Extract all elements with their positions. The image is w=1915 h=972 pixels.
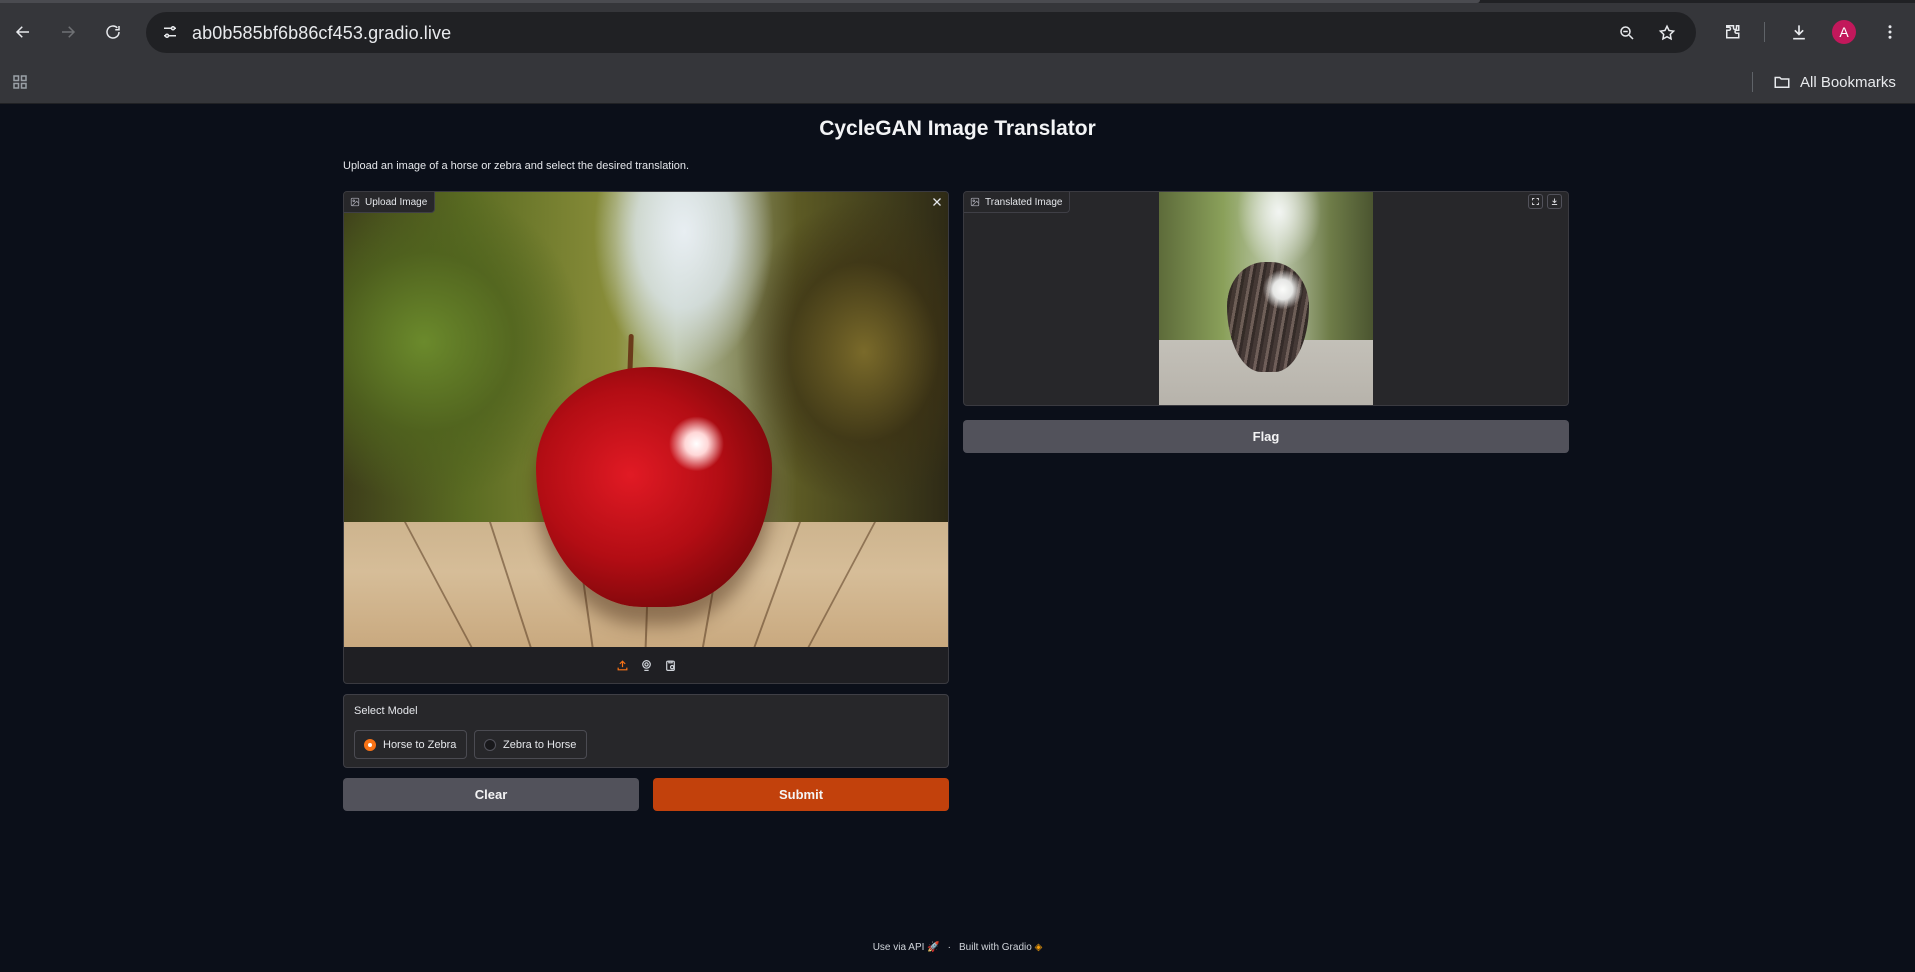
webcam-icon[interactable] (638, 657, 654, 673)
radio-zebra-to-horse[interactable]: Zebra to Horse (474, 730, 588, 759)
gradio-logo-icon: ◈ (1034, 942, 1043, 953)
clear-image-button[interactable] (928, 193, 946, 211)
forward-arrow-icon (62, 26, 76, 38)
translated-apple-image (1159, 192, 1373, 405)
rocket-icon: 🚀 (927, 942, 940, 953)
page-title: CycleGAN Image Translator (819, 117, 1096, 140)
radio-horse-to-zebra-label: Horse to Zebra (383, 738, 457, 751)
all-bookmarks-label: All Bookmarks (1800, 73, 1896, 91)
uploaded-apple-image (344, 192, 948, 647)
upload-source-toolbar (344, 647, 948, 683)
clipboard-icon[interactable] (662, 657, 678, 673)
radio-unselected-indicator[interactable] (484, 738, 496, 751)
submit-button[interactable]: Submit (653, 778, 949, 811)
flag-button[interactable]: Flag (963, 420, 1569, 453)
select-model-group: Select Model Horse to Zebra Zebra to Hor… (343, 694, 949, 768)
upload-image-label: Upload Image (344, 192, 436, 213)
built-with-gradio-link[interactable]: Built with Gradio ◈ (959, 942, 1042, 953)
url-text[interactable]: ab0b585bf6b86cf453.gradio.live (192, 23, 451, 44)
download-icon[interactable] (1547, 194, 1562, 209)
radio-horse-to-zebra[interactable]: Horse to Zebra (354, 730, 468, 759)
close-icon (933, 198, 941, 206)
menu-kebab-icon[interactable] (1875, 17, 1905, 47)
select-model-label: Select Model (354, 705, 418, 717)
output-actions (1528, 194, 1562, 209)
bookmarks-bar: All Bookmarks (0, 64, 1915, 104)
apps-grid-icon[interactable] (8, 70, 32, 94)
upload-image-label-text: Upload Image (365, 196, 428, 208)
reload-icon (106, 25, 120, 39)
reload-button[interactable] (97, 16, 129, 48)
radio-zebra-to-horse-label: Zebra to Horse (503, 738, 577, 751)
back-button[interactable] (7, 16, 39, 48)
all-bookmarks-button[interactable]: All Bookmarks (1772, 70, 1896, 94)
extensions-icon[interactable] (1718, 17, 1748, 47)
bookmark-star-icon[interactable] (1654, 20, 1680, 46)
image-icon (350, 197, 360, 207)
zoom-icon[interactable] (1614, 20, 1640, 46)
footer-separator: · (947, 942, 951, 953)
footer: Use via API 🚀 · Built with Gradio ◈ (0, 942, 1915, 953)
profile-avatar[interactable]: A (1832, 20, 1856, 44)
toolbar-divider (1764, 22, 1765, 42)
translated-image-label: Translated Image (964, 192, 1071, 213)
address-bar[interactable]: ab0b585bf6b86cf453.gradio.live (146, 12, 1696, 53)
tab-strip (0, 0, 1915, 3)
upload-image-panel[interactable]: Upload Image (343, 191, 949, 684)
upload-icon[interactable] (614, 657, 630, 673)
fullscreen-icon[interactable] (1528, 194, 1543, 209)
folder-icon (1774, 76, 1790, 88)
back-arrow-icon (15, 26, 29, 38)
page-description: Upload an image of a horse or zebra and … (343, 160, 690, 172)
translated-image-label-text: Translated Image (985, 196, 1063, 208)
clear-button[interactable]: Clear (343, 778, 639, 811)
translated-image-panel: Translated Image (963, 191, 1569, 406)
browser-toolbar: ab0b585bf6b86cf453.gradio.live A (0, 0, 1915, 64)
radio-selected-indicator[interactable] (364, 738, 376, 751)
downloads-icon[interactable] (1784, 17, 1814, 47)
use-api-link[interactable]: Use via API 🚀 (873, 942, 940, 953)
image-icon (970, 197, 980, 207)
gradio-app: CycleGAN Image Translator Upload an imag… (0, 104, 1915, 972)
forward-button[interactable] (52, 16, 84, 48)
site-settings-icon[interactable] (158, 20, 182, 44)
bookmarks-divider (1752, 72, 1753, 92)
